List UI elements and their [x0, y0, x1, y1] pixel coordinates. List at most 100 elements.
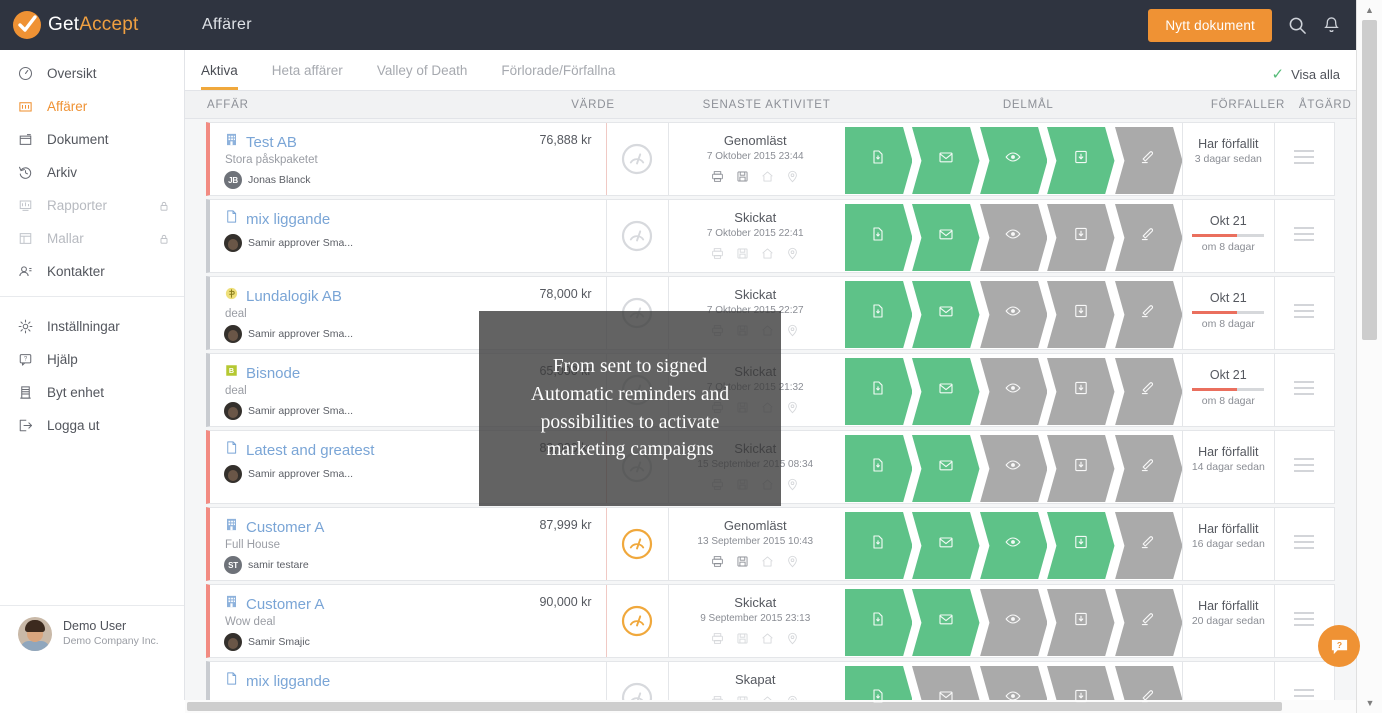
milestone-eye[interactable] — [980, 204, 1047, 268]
sidebar-item-aff-rer[interactable]: Affärer — [0, 90, 184, 123]
vertical-scroll-thumb[interactable] — [1362, 20, 1377, 340]
scroll-down-arrow[interactable]: ▼ — [1357, 693, 1382, 713]
milestone-download[interactable] — [1047, 589, 1114, 653]
milestone-signature[interactable] — [1115, 127, 1182, 191]
show-all-toggle[interactable]: ✓ Visa alla — [1272, 67, 1340, 82]
sidebar-item-mallar[interactable]: Mallar — [0, 222, 184, 255]
milestone-envelope[interactable] — [912, 127, 979, 191]
deal-title[interactable]: Test AB — [224, 132, 491, 152]
deal-name-link[interactable]: mix liggande — [246, 211, 330, 228]
milestone-document[interactable] — [845, 281, 912, 345]
engagement-gauge[interactable] — [606, 200, 668, 272]
milestone-envelope[interactable] — [912, 512, 979, 576]
sidebar-item-kontakter[interactable]: Kontakter — [0, 255, 184, 288]
new-document-button[interactable]: Nytt dokument — [1148, 9, 1272, 42]
column-header-affar[interactable]: AFFÄR — [185, 99, 494, 111]
column-header-varde[interactable]: VÄRDE — [494, 99, 615, 111]
milestone-download[interactable] — [1047, 358, 1114, 422]
print-icon[interactable] — [711, 555, 724, 573]
milestone-signature[interactable] — [1115, 281, 1182, 345]
sidebar-item-dokument[interactable]: Dokument — [0, 123, 184, 156]
row-menu-button[interactable] — [1294, 304, 1314, 322]
milestone-signature[interactable] — [1115, 435, 1182, 499]
home-icon[interactable] — [761, 247, 774, 265]
print-icon[interactable] — [711, 247, 724, 265]
vertical-scrollbar[interactable]: ▲ ▼ — [1356, 0, 1382, 713]
milestone-download[interactable] — [1047, 204, 1114, 268]
bell-icon[interactable] — [1323, 16, 1340, 35]
tab-f-rlorade-f-rfallna[interactable]: Förlorade/Förfallna — [501, 63, 615, 90]
milestone-eye[interactable] — [980, 589, 1047, 653]
milestone-envelope[interactable] — [912, 589, 979, 653]
sidebar-user-box[interactable]: Demo User Demo Company Inc. — [0, 605, 184, 661]
location-icon[interactable] — [786, 555, 799, 573]
tab-aktiva[interactable]: Aktiva — [201, 63, 238, 90]
column-header-delmal[interactable]: DELMÅL — [855, 99, 1201, 111]
home-icon[interactable] — [761, 632, 774, 650]
milestone-document[interactable] — [845, 589, 912, 653]
milestone-document[interactable] — [845, 127, 912, 191]
milestone-download[interactable] — [1047, 666, 1114, 704]
column-header-forfaller[interactable]: FÖRFALLER — [1201, 99, 1294, 111]
milestone-envelope[interactable] — [912, 281, 979, 345]
tab-heta-aff-rer[interactable]: Heta affärer — [272, 63, 343, 90]
milestone-eye[interactable] — [980, 435, 1047, 499]
save-icon[interactable] — [736, 555, 749, 573]
deal-title[interactable]: mix liggande — [224, 671, 491, 691]
table-row[interactable]: Customer AWow dealSamir Smajic90,000 krS… — [206, 584, 1335, 658]
engagement-gauge[interactable] — [606, 662, 668, 704]
row-menu-button[interactable] — [1294, 458, 1314, 476]
deal-name-link[interactable]: Customer A — [246, 596, 324, 613]
print-icon[interactable] — [711, 170, 724, 188]
brand-logo[interactable]: GetAccept — [0, 11, 185, 39]
sidebar-item-oversikt[interactable]: Oversikt — [0, 57, 184, 90]
deal-title[interactable]: mix liggande — [224, 209, 491, 229]
deal-name-link[interactable]: Latest and greatest — [246, 442, 374, 459]
milestone-document[interactable] — [845, 358, 912, 422]
milestone-eye[interactable] — [980, 358, 1047, 422]
milestone-signature[interactable] — [1115, 666, 1182, 704]
print-icon[interactable] — [711, 632, 724, 650]
milestone-signature[interactable] — [1115, 589, 1182, 653]
milestone-document[interactable] — [845, 512, 912, 576]
tab-valley-of-death[interactable]: Valley of Death — [377, 63, 468, 90]
search-icon[interactable] — [1288, 16, 1307, 35]
horizontal-scrollbar[interactable] — [185, 700, 1356, 713]
deal-title[interactable]: Customer A — [224, 594, 491, 614]
milestone-document[interactable] — [845, 204, 912, 268]
milestone-signature[interactable] — [1115, 512, 1182, 576]
milestone-download[interactable] — [1047, 281, 1114, 345]
milestone-document[interactable] — [845, 435, 912, 499]
save-icon[interactable] — [736, 170, 749, 188]
table-row[interactable]: Test ABStora påskpaketetJBJonas Blanck76… — [206, 122, 1335, 196]
column-header-senaste[interactable]: SENASTE AKTIVITET — [678, 99, 855, 111]
milestone-eye[interactable] — [980, 666, 1047, 704]
deal-name-link[interactable]: Lundalogik AB — [246, 288, 342, 305]
engagement-gauge[interactable] — [606, 585, 668, 657]
milestone-envelope[interactable] — [912, 435, 979, 499]
deal-name-link[interactable]: Bisnode — [246, 365, 300, 382]
milestone-eye[interactable] — [980, 281, 1047, 345]
milestone-eye[interactable] — [980, 512, 1047, 576]
sidebar-item-logga-ut[interactable]: Logga ut — [0, 409, 184, 442]
milestone-eye[interactable] — [980, 127, 1047, 191]
deal-title[interactable]: Latest and greatest — [224, 440, 491, 460]
location-icon[interactable] — [786, 632, 799, 650]
milestone-download[interactable] — [1047, 127, 1114, 191]
row-menu-button[interactable] — [1294, 381, 1314, 399]
save-icon[interactable] — [736, 247, 749, 265]
sidebar-item-inst-llningar[interactable]: Inställningar — [0, 310, 184, 343]
row-menu-button[interactable] — [1294, 227, 1314, 245]
location-icon[interactable] — [786, 324, 799, 342]
milestone-download[interactable] — [1047, 435, 1114, 499]
vertical-scroll-track[interactable] — [1362, 20, 1377, 693]
deal-title[interactable]: Lundalogik AB — [224, 286, 491, 306]
row-menu-button[interactable] — [1294, 150, 1314, 168]
home-icon[interactable] — [761, 170, 774, 188]
location-icon[interactable] — [786, 170, 799, 188]
location-icon[interactable] — [786, 478, 799, 496]
milestone-signature[interactable] — [1115, 358, 1182, 422]
row-menu-button[interactable] — [1294, 535, 1314, 553]
milestone-document[interactable] — [845, 666, 912, 704]
location-icon[interactable] — [786, 247, 799, 265]
